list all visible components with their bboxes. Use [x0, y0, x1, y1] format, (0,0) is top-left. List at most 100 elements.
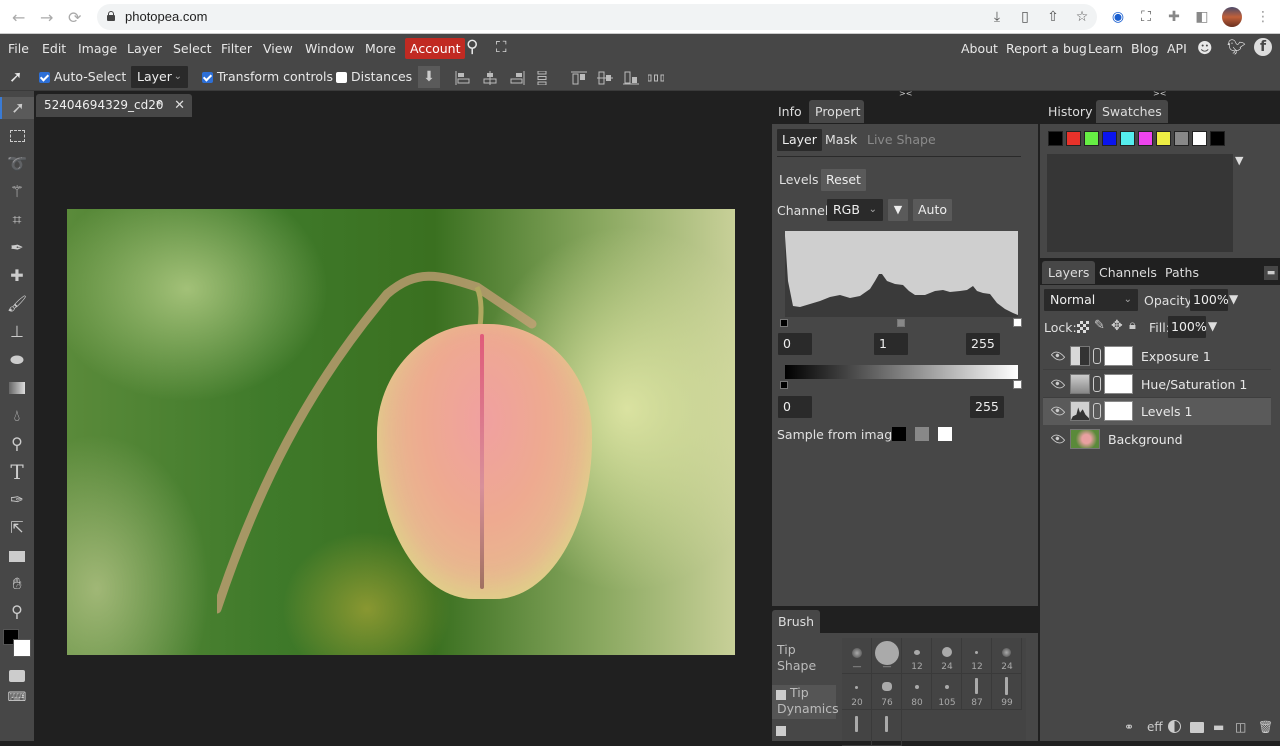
align-top-icon[interactable]: [571, 71, 587, 85]
brush-preset[interactable]: 12: [902, 638, 932, 674]
tool-gradient[interactable]: [6, 377, 28, 399]
tool-dodge[interactable]: ⚲: [6, 433, 28, 455]
input-black-slider[interactable]: [780, 319, 788, 327]
profile-avatar[interactable]: [1222, 7, 1242, 27]
brush-preset[interactable]: —: [872, 638, 902, 674]
tab-channels[interactable]: Channels: [1093, 261, 1163, 284]
swatch[interactable]: [1084, 131, 1099, 146]
tool-zoom[interactable]: ⚲: [6, 601, 28, 623]
layer-row-selected[interactable]: Levels 1: [1043, 398, 1271, 425]
brush-preset[interactable]: 24: [932, 638, 962, 674]
layer-mask-thumbnail[interactable]: [1104, 401, 1133, 421]
tool-eraser[interactable]: ⬬: [6, 349, 28, 371]
opacity-slider-icon[interactable]: ▼: [1229, 292, 1238, 306]
channel-dropdown[interactable]: RGB ⌄: [827, 199, 883, 221]
keyboard-button[interactable]: ⌨: [6, 687, 28, 709]
tool-path-select[interactable]: ⇱: [6, 517, 28, 539]
folder-icon[interactable]: ▬: [1213, 720, 1224, 734]
layer-row[interactable]: Background: [1043, 426, 1271, 453]
align-left-icon[interactable]: [455, 71, 471, 85]
distribute-horizontal-icon[interactable]: [648, 71, 664, 85]
auto-select-checkbox[interactable]: [39, 72, 50, 83]
account-button[interactable]: Account: [405, 38, 466, 59]
brush-preset[interactable]: 12: [962, 638, 992, 674]
distribute-vertical-icon[interactable]: [534, 71, 550, 85]
input-black-field[interactable]: 0: [778, 333, 812, 355]
page-icon[interactable]: ▯: [1016, 8, 1034, 26]
align-right-icon[interactable]: [509, 71, 525, 85]
tip-dynamics-section[interactable]: Tip Dynamics: [772, 685, 839, 719]
collapse-handle-icon[interactable]: ><: [1153, 89, 1166, 98]
menu-window[interactable]: Window: [305, 41, 354, 56]
transform-controls-checkbox[interactable]: [202, 72, 213, 83]
lock-transparency-icon[interactable]: [1077, 321, 1089, 333]
layer-row[interactable]: Hue/Saturation 1: [1043, 371, 1271, 398]
brush-preset[interactable]: 76: [872, 674, 902, 710]
align-center-icon[interactable]: [482, 71, 498, 85]
section-checkbox[interactable]: [776, 726, 786, 736]
collapse-handle-icon[interactable]: ><: [899, 89, 912, 98]
sidepanel-icon[interactable]: ◧: [1193, 8, 1211, 26]
tab-paths[interactable]: Paths: [1159, 261, 1205, 284]
tool-spot-heal[interactable]: ✚: [6, 265, 28, 287]
link-blog[interactable]: Blog: [1131, 41, 1159, 56]
brush-preset[interactable]: 87: [962, 674, 992, 710]
input-white-slider[interactable]: [1013, 318, 1022, 327]
menu-view[interactable]: View: [263, 41, 293, 56]
sample-black-eyedropper[interactable]: [892, 427, 906, 441]
tip-shape-section[interactable]: Tip Shape: [772, 633, 836, 685]
link-about[interactable]: About: [961, 41, 998, 56]
lock-all-icon[interactable]: 🔒︎: [1129, 318, 1136, 333]
link-api[interactable]: API: [1167, 41, 1187, 56]
brush-preset[interactable]: 20: [842, 674, 872, 710]
tool-magic-wand[interactable]: ⚚: [6, 181, 28, 203]
tool-eyedropper[interactable]: ✒: [6, 237, 28, 259]
tool-brush[interactable]: 🖌︎: [6, 293, 28, 315]
trash-icon[interactable]: 🗑︎: [1258, 720, 1273, 734]
tab-properties[interactable]: Propert: [809, 100, 864, 123]
swatch[interactable]: [1156, 131, 1171, 146]
menu-edit[interactable]: Edit: [42, 41, 66, 56]
input-gamma-slider[interactable]: [897, 319, 905, 327]
swatch[interactable]: [1210, 131, 1225, 146]
preset-menu-button[interactable]: ▼: [888, 199, 908, 221]
swatch[interactable]: [1102, 131, 1117, 146]
reset-button[interactable]: Reset: [821, 169, 866, 191]
output-black-field[interactable]: 0: [778, 396, 812, 418]
subtab-layer[interactable]: Layer: [777, 129, 822, 151]
mask-icon[interactable]: [1190, 722, 1204, 733]
swatch[interactable]: [1048, 131, 1063, 146]
tool-shape[interactable]: [6, 545, 28, 567]
swatch[interactable]: [1138, 131, 1153, 146]
facebook-icon[interactable]: f: [1254, 38, 1272, 56]
swatch[interactable]: [1066, 131, 1081, 146]
align-bottom-icon[interactable]: [623, 71, 639, 85]
blend-mode-dropdown[interactable]: Normal ⌄: [1044, 289, 1138, 311]
document-image[interactable]: [67, 209, 735, 655]
align-middle-icon[interactable]: [597, 71, 613, 85]
menu-more[interactable]: More: [365, 41, 396, 56]
visibility-eye-icon[interactable]: [1050, 431, 1066, 447]
tab-info[interactable]: Info: [772, 100, 808, 123]
quick-mask-button[interactable]: [6, 665, 28, 687]
menu-select[interactable]: Select: [173, 41, 212, 56]
tab-swatches[interactable]: Swatches: [1096, 100, 1168, 123]
menu-image[interactable]: Image: [78, 41, 117, 56]
extensions-icon[interactable]: ✚: [1165, 8, 1183, 26]
reddit-icon[interactable]: ☻: [1197, 39, 1213, 57]
password-manager-icon[interactable]: ◉: [1109, 8, 1127, 26]
background-color-swatch[interactable]: [13, 639, 31, 657]
tool-lasso[interactable]: ➰: [6, 153, 28, 175]
forward-button[interactable]: →: [40, 8, 53, 27]
layer-row[interactable]: Exposure 1: [1043, 343, 1271, 370]
mask-link-icon[interactable]: [1093, 376, 1101, 392]
download-icon[interactable]: ⬇: [418, 66, 440, 88]
brush-preset[interactable]: 99: [992, 674, 1022, 710]
back-button[interactable]: ←: [12, 8, 25, 27]
swatch[interactable]: [1174, 131, 1189, 146]
tool-marquee[interactable]: [6, 125, 28, 147]
bookmark-star-icon[interactable]: ☆: [1073, 8, 1091, 26]
distances-checkbox[interactable]: [336, 72, 347, 83]
layer-mask-thumbnail[interactable]: [1104, 374, 1133, 394]
document-tab[interactable]: 52404694329_cd20 * ✕: [36, 94, 192, 117]
